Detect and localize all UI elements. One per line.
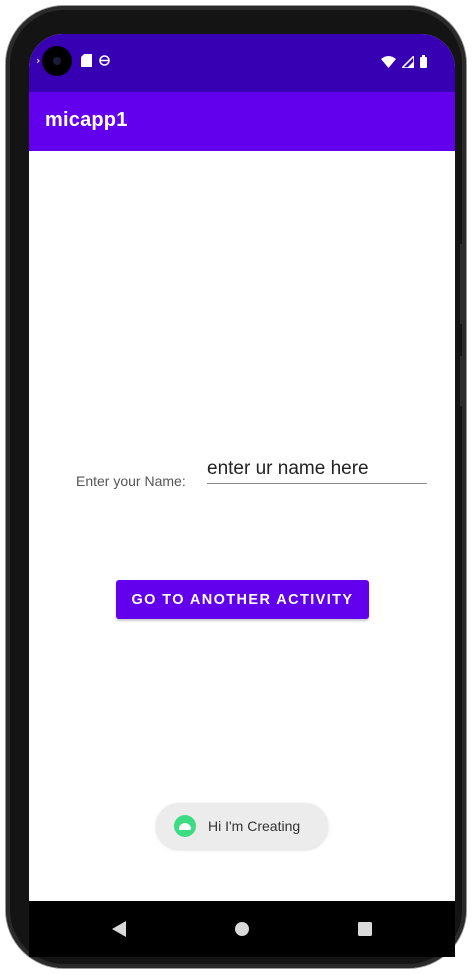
home-icon[interactable] (228, 915, 256, 943)
status-bar: › (29, 34, 455, 92)
back-icon[interactable] (105, 915, 133, 943)
app-title: micapp1 (45, 109, 128, 131)
status-icons-right (381, 53, 427, 72)
name-label: Enter your Name: (76, 473, 186, 489)
signal-icon (400, 53, 415, 72)
wifi-icon (381, 53, 396, 72)
phone-frame: › micapp1 Enter your Name: enter ur name… (6, 6, 466, 968)
toast-text: Hi I'm Creating (208, 818, 301, 834)
toast-message: Hi I'm Creating (156, 803, 328, 849)
device-screen: › micapp1 Enter your Name: enter ur name… (29, 34, 455, 957)
volume-button (460, 244, 466, 324)
sync-icon (99, 54, 110, 71)
name-input[interactable] (207, 455, 427, 484)
notification-dot-icon: › (36, 54, 41, 67)
navigation-bar (29, 901, 455, 957)
camera-cutout (42, 46, 72, 76)
sd-card-icon (81, 54, 92, 71)
go-to-another-activity-button[interactable]: GO TO ANOTHER ACTIVITY (116, 580, 369, 619)
app-bar: micapp1 (29, 92, 455, 151)
power-button (460, 356, 466, 406)
recents-icon[interactable] (351, 915, 379, 943)
battery-icon (420, 53, 427, 72)
main-content: Enter your Name: GO TO ANOTHER ACTIVITY … (29, 151, 455, 901)
android-icon (174, 815, 196, 837)
